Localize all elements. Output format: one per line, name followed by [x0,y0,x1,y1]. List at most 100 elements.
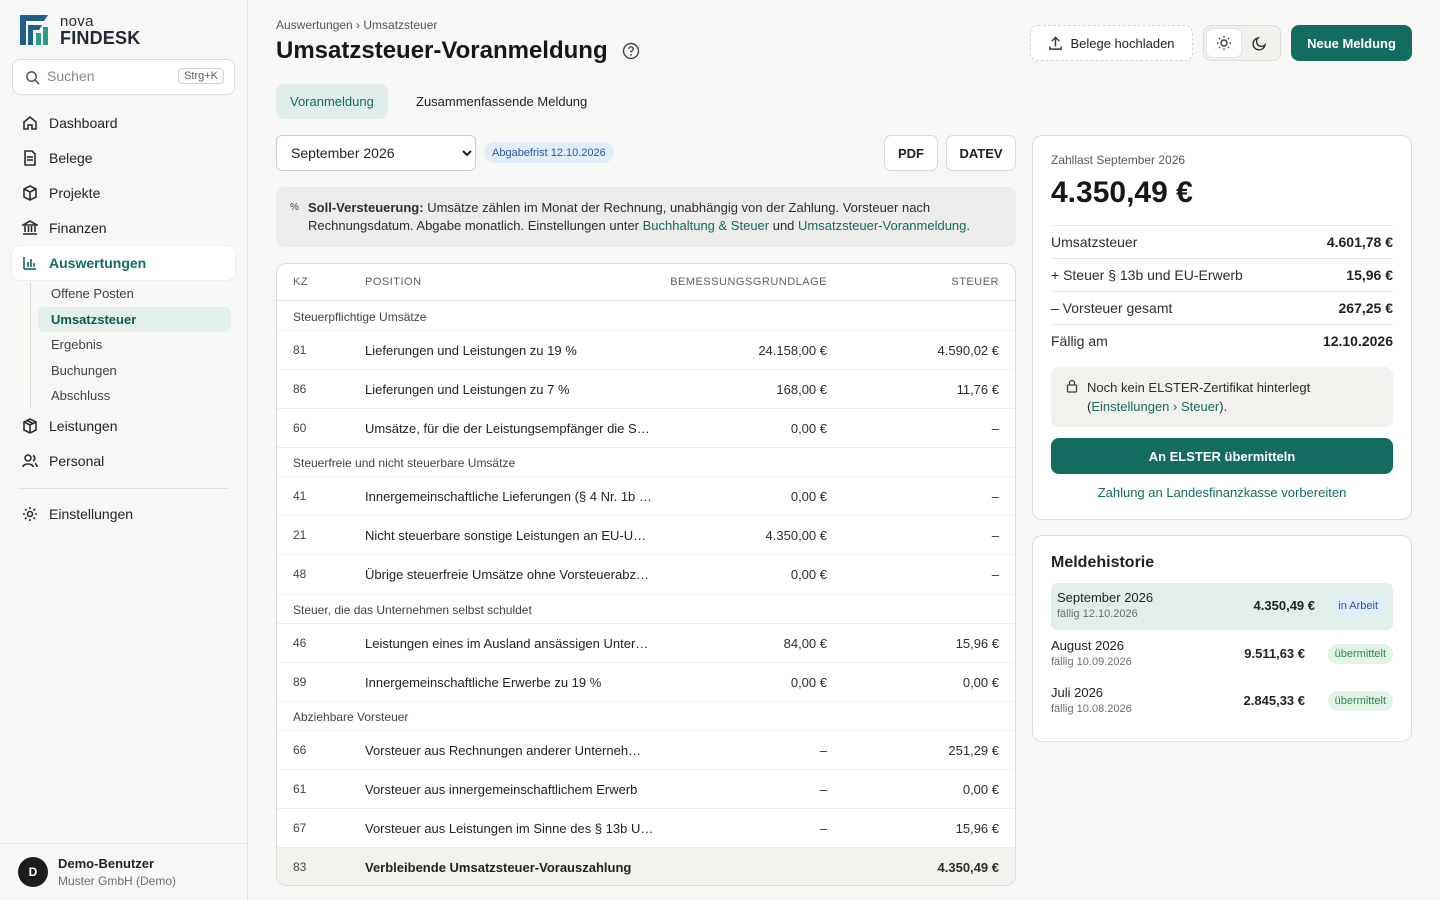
cell-tax: – [991,528,999,543]
summary-value: 267,25 € [1338,300,1394,316]
status-badge: in Arbeit [1331,596,1385,616]
table-row[interactable]: 66 Vorsteuer aus Rechnungen anderer Unte… [277,730,1015,769]
cell-tax: 0,00 € [962,675,999,690]
summary-card: Zahllast September 2026 4.350,49 € Umsat… [1032,135,1412,520]
sidebar-item-personal[interactable]: Personal [12,444,235,478]
light-mode-button[interactable] [1207,29,1241,57]
subnav-item-ergebnis[interactable]: Ergebnis [38,332,231,357]
cell-kz: 81 [293,343,307,357]
sidebar-item-finanzen[interactable]: Finanzen [12,211,235,245]
upload-label: Belege hochladen [1070,35,1175,51]
cell-kz: 83 [293,860,307,874]
prepare-payment-link[interactable]: Zahlung an Landesfinanzkasse vorbereiten [1051,485,1393,500]
info-and: und [769,218,799,233]
table-row[interactable]: 60 Umsätze, für die der Leistungsempfäng… [277,408,1015,447]
elster-submit-button[interactable]: An ELSTER übermitteln [1051,438,1393,474]
cell-kz: 67 [293,821,307,835]
upload-button[interactable]: Belege hochladen [1030,25,1193,61]
cell-base: – [819,743,827,758]
new-report-button[interactable]: Neue Meldung [1291,25,1412,61]
link-ust-voranmeldung[interactable]: Umsatzsteuer-Voranmeldung [798,218,966,233]
tab-zusammenfassende-meldung[interactable]: Zusammenfassende Meldung [402,84,601,119]
table-row[interactable]: 48 Übrige steuerfreie Umsätze ohne Vorst… [277,554,1015,593]
dark-mode-button[interactable] [1243,29,1277,57]
subnav-item-umsatzsteuer[interactable]: Umsatzsteuer [38,307,231,332]
tab-voranmeldung[interactable]: Voranmeldung [276,84,388,119]
table-row[interactable]: 46 Leistungen eines im Ausland ansässige… [277,623,1015,662]
cell-position: Innergemeinschaftliche Lieferungen (§ 4 … [365,489,652,504]
sidebar-item-projekte[interactable]: Projekte [12,176,235,210]
table-header: KZ POSITION BEMESSUNGSGRUNDLAGE STEUER [277,264,1015,301]
search-shortcut: Strg+K [178,68,224,84]
summary-line: Umsatzsteuer 4.601,78 € [1051,225,1393,258]
upload-icon [1049,35,1063,50]
sidebar-item-belege[interactable]: Belege [12,141,235,175]
box-icon [23,185,37,201]
percent-icon: % [290,202,299,213]
sidebar-item-dashboard[interactable]: Dashboard [12,106,235,140]
sidebar-item-auswertungen[interactable]: Auswertungen [12,246,235,280]
subnav-item-buchungen[interactable]: Buchungen [38,358,231,383]
info-text: Soll-Versteuerung: Umsätze zählen im Mon… [308,199,998,235]
cell-kz: 89 [293,675,307,689]
history-item[interactable]: Juli 2026 fällig 10.08.2026 2.845,33 € ü… [1051,678,1393,725]
datev-button[interactable]: DATEV [946,135,1016,171]
lock-icon [1066,379,1078,393]
help-icon[interactable] [622,42,640,60]
zahllast-label: Zahllast September 2026 [1051,153,1186,167]
table-row[interactable]: 86 Lieferungen und Leistungen zu 7 % 168… [277,369,1015,408]
sidebar-item-label: Personal [49,453,105,469]
history-item[interactable]: September 2026 fällig 12.10.2026 4.350,4… [1051,583,1393,630]
subnav-item-abschluss[interactable]: Abschluss [38,383,231,408]
bank-icon [22,220,38,235]
table-row[interactable]: 67 Vorsteuer aus Leistungen im Sinne des… [277,808,1015,847]
search-input[interactable] [47,68,177,84]
table-row[interactable]: 81 Lieferungen und Leistungen zu 19 % 24… [277,330,1015,369]
cell-base: – [819,782,827,797]
table-row[interactable]: 61 Vorsteuer aus innergemeinschaftlichem… [277,769,1015,808]
document-icon [24,150,36,166]
period-select[interactable]: September 2026 [276,135,476,171]
pdf-button[interactable]: PDF [884,135,938,171]
sidebar-item-leistungen[interactable]: Leistungen [12,409,235,443]
cell-position: Vorsteuer aus innergemeinschaftlichem Er… [365,782,638,797]
status-badge: übermittelt [1327,691,1393,711]
summary-value: 15,96 € [1346,267,1393,283]
sidebar-item-einstellungen[interactable]: Einstellungen [12,497,235,531]
cell-tax: 11,76 € [956,382,999,397]
cell-kz: 61 [293,782,307,796]
cell-tax: 4.350,49 € [937,860,999,875]
header-kz: KZ [293,276,309,288]
cell-kz: 21 [293,528,307,542]
cell-base: 24.158,00 € [758,343,827,358]
logo[interactable]: nova FINDESK [18,13,158,49]
cell-base: 0,00 € [790,567,827,582]
cell-tax: 0,00 € [962,782,999,797]
table-row[interactable]: 41 Innergemeinschaftliche Lieferungen (§… [277,476,1015,515]
sidebar: nova FINDESK Strg+K Dashboard Belege Pro… [0,0,248,900]
summary-line: – Vorsteuer gesamt 267,25 € [1051,291,1393,324]
link-einstellungen-steuer[interactable]: Einstellungen › Steuer [1091,399,1219,414]
search-icon [26,71,40,85]
group-label: Steuerfreie und nicht steuerbare Umsätze [293,456,516,470]
home-icon [23,115,37,130]
history-amount: 2.845,33 € [1243,693,1305,708]
group-label: Steuerpflichtige Umsätze [293,310,427,324]
summary-value: 4.601,78 € [1326,234,1393,250]
subnav-item-offene-posten[interactable]: Offene Posten [38,281,231,306]
summary-key: Fällig am [1051,333,1108,349]
history-item[interactable]: August 2026 fällig 10.09.2026 9.511,63 €… [1051,631,1393,678]
search-box[interactable]: Strg+K [12,59,235,95]
link-buchhaltung-steuer[interactable]: Buchhaltung & Steuer [643,218,769,233]
cell-position: Übrige steuerfreie Umsätze ohne Vorsteue… [365,567,649,582]
cell-base: 84,00 € [783,636,827,651]
table-row[interactable]: 89 Innergemeinschaftliche Erwerbe zu 19 … [277,662,1015,701]
history-amount: 4.350,49 € [1253,598,1315,613]
table-row[interactable]: 21 Nicht steuerbare sonstige Leistungen … [277,515,1015,554]
cell-base: 168,00 € [776,382,827,397]
cell-kz: 86 [293,382,307,396]
package-icon [23,418,37,434]
cell-base: – [819,821,827,836]
total-row[interactable]: 83 Verbleibende Umsatzsteuer-Vorauszahlu… [277,847,1015,885]
user-profile[interactable]: D Demo-Benutzer Muster GmbH (Demo) [0,843,247,900]
